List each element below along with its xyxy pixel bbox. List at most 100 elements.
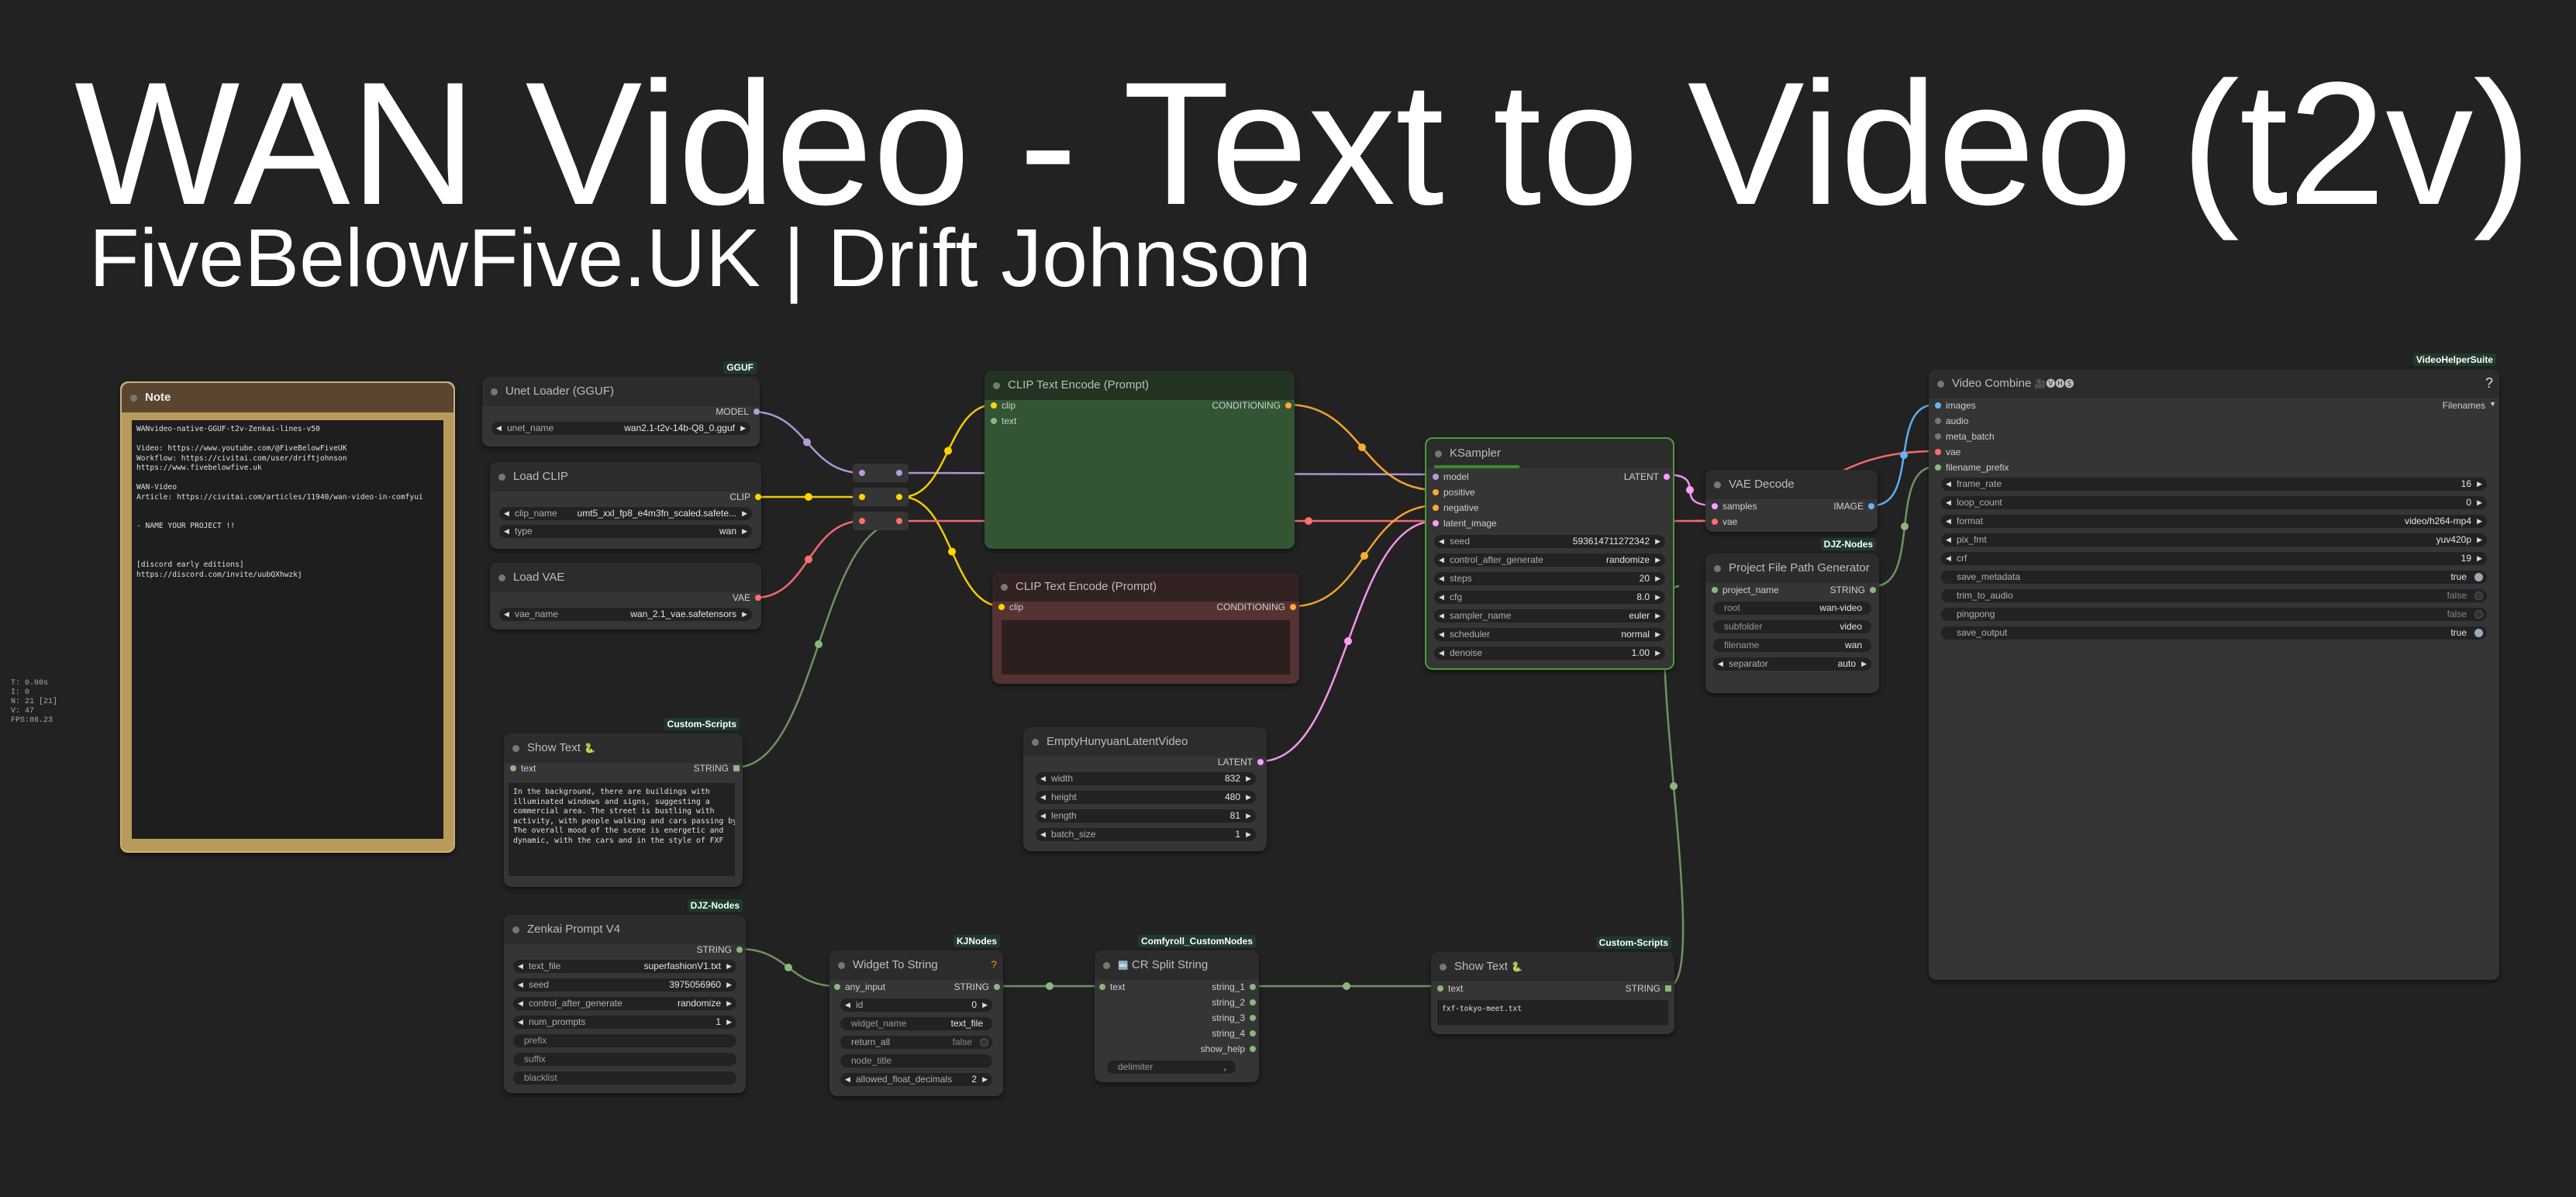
latent-port[interactable]	[1433, 520, 1439, 526]
toggle-on-icon[interactable]	[2474, 573, 2483, 581]
output-string[interactable]: STRING	[1830, 585, 1876, 595]
load-clip-node[interactable]: Load CLIP CLIP ◀ clip_name umt5_xxl_fp8_e4…	[490, 462, 761, 549]
arrow-right-icon[interactable]: ▶	[1655, 572, 1660, 585]
collapse-dot-icon[interactable]	[1103, 962, 1110, 969]
arrow-left-icon[interactable]: ◀	[518, 960, 523, 973]
wire-midpoint-conditioning[interactable]	[1358, 443, 1366, 451]
arrow-right-icon[interactable]: ▶	[2477, 478, 2482, 491]
collapse-dot-icon[interactable]	[512, 745, 519, 752]
input-positive[interactable]: positive	[1433, 487, 1475, 498]
model-port[interactable]	[753, 409, 760, 415]
conditioning-port[interactable]	[1285, 402, 1291, 409]
clip-text-encode-negative-node[interactable]: CLIP Text Encode (Prompt) clip CONDITION…	[992, 572, 1299, 684]
collapse-dot-icon[interactable]	[1714, 481, 1721, 488]
negative-port[interactable]	[1433, 505, 1439, 511]
collapse-dot-icon[interactable]	[498, 574, 505, 581]
filename-widget[interactable]: filename wan	[1713, 639, 1871, 652]
string-port[interactable]	[1250, 999, 1256, 1006]
image-port[interactable]	[1868, 503, 1874, 509]
input-project-name[interactable]: project_name	[1712, 585, 1779, 595]
arrow-left-icon[interactable]: ◀	[518, 997, 523, 1010]
arrow-left-icon[interactable]: ◀	[1439, 647, 1444, 660]
suffix-field[interactable]: suffix	[513, 1053, 736, 1066]
vae-name-widget[interactable]: ◀ vae_name wan_2.1_vae.safetensors ▶	[499, 608, 752, 621]
model-port[interactable]	[1433, 474, 1439, 480]
arrow-left-icon[interactable]: ◀	[1040, 828, 1046, 841]
prefix-field[interactable]: prefix	[513, 1034, 736, 1047]
note-node-header[interactable]: Note	[122, 383, 453, 412]
width-widget[interactable]: ◀ width 832 ▶	[1036, 772, 1256, 785]
node-header[interactable]: Unet Loader (GGUF)	[482, 377, 760, 406]
reroute-vae[interactable]	[853, 512, 909, 530]
wire-midpoint-clip[interactable]	[944, 447, 952, 455]
output-string[interactable]: STRING	[697, 944, 743, 955]
subfolder-widget[interactable]: subfolder video	[1713, 620, 1871, 633]
arrow-right-icon[interactable]: ▶	[1246, 772, 1251, 785]
arrow-right-icon[interactable]: ▶	[726, 978, 732, 992]
input-text[interactable]: text	[510, 763, 536, 774]
cr-split-string-node[interactable]: Comfyroll_CustomNodes 🔤 CR Split String …	[1095, 935, 1259, 1082]
load-vae-node[interactable]: Load VAE VAE ◀ vae_name wan_2.1_vae.safete…	[490, 563, 761, 630]
empty-hunyuan-latent-video-node[interactable]: EmptyHunyuanLatentVideo LATENT ◀ width 832…	[1023, 727, 1267, 851]
height-widget[interactable]: ◀ height 480 ▶	[1036, 791, 1256, 804]
arrow-left-icon[interactable]: ◀	[518, 1016, 523, 1029]
reroute-out-port[interactable]	[896, 518, 902, 524]
note-node[interactable]: Note WANvideo-native-GGUF-t2v-Zenkai-lin…	[120, 381, 455, 853]
sampler-name-widget[interactable]: ◀ sampler_name euler ▶	[1434, 609, 1665, 623]
show-text-output[interactable]: In the background, there are buildings w…	[509, 783, 735, 876]
output-string-1[interactable]: string_1	[1212, 981, 1256, 992]
arrow-left-icon[interactable]: ◀	[1946, 533, 1951, 547]
project-file-path-generator-node[interactable]: DJZ-Nodes Project File Path Generator pr…	[1705, 538, 1879, 693]
string-port[interactable]	[736, 947, 743, 953]
node-header[interactable]: VAE Decode	[1705, 470, 1878, 499]
delimiter-field[interactable]: delimiter,	[1107, 1061, 1236, 1074]
input-filename-prefix[interactable]: filename_prefix	[1935, 462, 2009, 473]
arrow-right-icon[interactable]: ▶	[1655, 591, 1660, 604]
negative-prompt-textarea[interactable]	[1002, 620, 1290, 674]
wire-midpoint-image[interactable]	[1900, 451, 1908, 459]
frame-rate-widget[interactable]: ◀ frame_rate 16 ▶	[1941, 478, 2487, 491]
collapse-dot-icon[interactable]	[1937, 381, 1944, 388]
collapse-dot-icon[interactable]	[1440, 964, 1447, 971]
node-header[interactable]: KSampler	[1426, 439, 1673, 468]
string-port[interactable]	[1250, 1015, 1256, 1021]
cfg-widget[interactable]: ◀ cfg 8.0 ▶	[1434, 591, 1665, 604]
arrow-left-icon[interactable]: ◀	[1946, 496, 1951, 509]
output-vae[interactable]: VAE	[733, 592, 761, 603]
arrow-left-icon[interactable]: ◀	[1439, 609, 1444, 623]
note-text[interactable]: WANvideo-native-GGUF-t2v-Zenkai-lines-v5…	[132, 420, 443, 839]
input-samples[interactable]: samples	[1712, 501, 1757, 512]
arrow-right-icon[interactable]: ▶	[1655, 647, 1660, 660]
pingpong-toggle[interactable]: pingpong false	[1941, 608, 2487, 621]
output-latent[interactable]: LATENT	[1624, 471, 1670, 482]
arrow-left-icon[interactable]: ◀	[845, 999, 850, 1012]
arrow-left-icon[interactable]: ◀	[496, 422, 502, 435]
toggle-on-icon[interactable]	[2474, 629, 2483, 637]
collapse-dot-icon[interactable]	[1714, 565, 1721, 572]
input-vae[interactable]: vae	[1935, 447, 1960, 457]
wire-midpoint-string[interactable]	[785, 964, 792, 971]
arrow-right-icon[interactable]: ▶	[742, 608, 747, 621]
arrow-right-icon[interactable]: ▶	[726, 997, 732, 1010]
arrow-right-icon[interactable]: ▶	[1655, 554, 1660, 567]
node-header[interactable]: Video Combine 🎥🅥🅗🅢	[1929, 369, 2499, 398]
text-port[interactable]	[1437, 985, 1443, 992]
arrow-right-icon[interactable]: ▶	[2477, 552, 2482, 565]
arrow-right-icon[interactable]: ▶	[2477, 515, 2482, 528]
caret-down-icon[interactable]: ▼	[2489, 400, 2496, 408]
string-port[interactable]	[994, 984, 1000, 990]
scheduler-widget[interactable]: ◀ scheduler normal ▶	[1434, 628, 1665, 641]
clip-port[interactable]	[755, 494, 761, 500]
steps-widget[interactable]: ◀ steps 20 ▶	[1434, 572, 1665, 585]
samples-port[interactable]	[1712, 503, 1718, 509]
denoise-widget[interactable]: ◀ denoise 1.00 ▶	[1434, 647, 1665, 660]
arrow-left-icon[interactable]: ◀	[1040, 809, 1046, 823]
arrow-right-icon[interactable]: ▶	[1246, 791, 1251, 804]
clip-port[interactable]	[998, 604, 1005, 610]
vae-port[interactable]	[1935, 449, 1941, 455]
images-port[interactable]	[1935, 402, 1941, 409]
input-images[interactable]: images	[1935, 400, 1976, 411]
project-name-port[interactable]	[1712, 587, 1718, 593]
node-header[interactable]: Show Text 🐍	[1431, 952, 1674, 981]
node-header[interactable]: EmptyHunyuanLatentVideo	[1023, 727, 1267, 757]
